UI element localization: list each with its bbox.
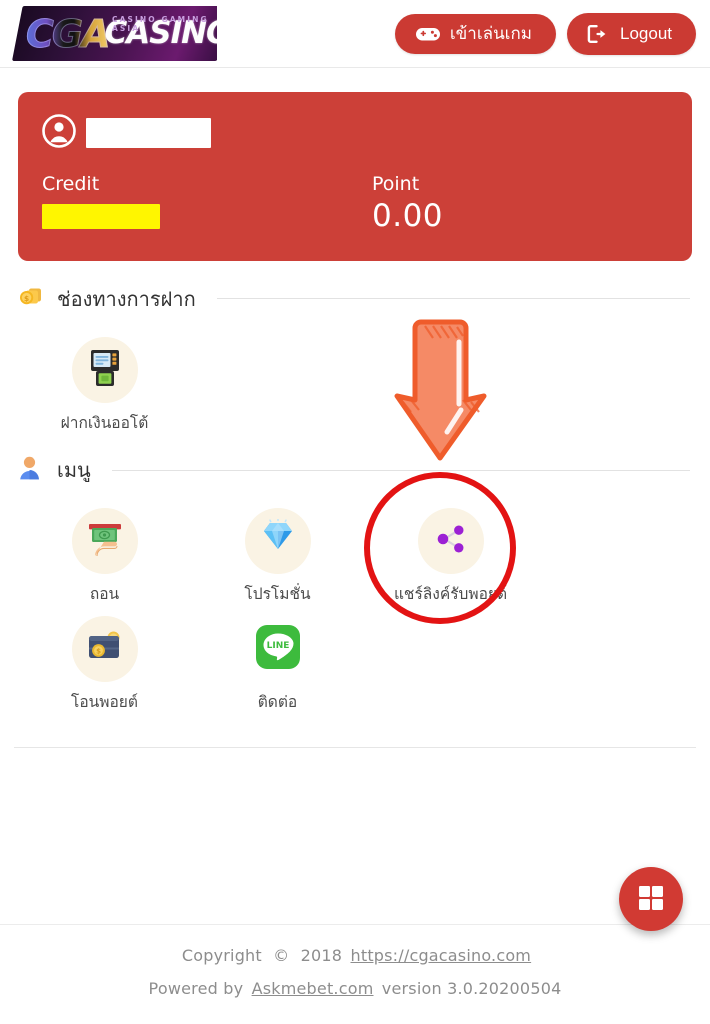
user-row — [42, 114, 668, 152]
header-actions: เข้าเล่นเกม Logout — [394, 12, 696, 55]
page-footer: Copyright © 2018 https://cgacasino.com P… — [0, 923, 710, 1024]
atm-machine-icon — [85, 347, 125, 393]
tile-contact[interactable]: LINE ติดต่อ — [191, 604, 364, 712]
tile-transfer-points[interactable]: $ โอนพอยต์ — [18, 604, 191, 712]
tile-icon-wrap — [71, 508, 138, 575]
section-deposit-title: ช่องทางการฝาก — [57, 286, 196, 311]
svg-text:$: $ — [24, 293, 29, 302]
point-value: 0.00 — [372, 197, 444, 234]
logout-label: Logout — [620, 24, 672, 43]
user-circle-icon — [42, 114, 76, 152]
page-content: Credit Point 0.00 $ ช่องทางการฝาก ฝากเงิ… — [0, 92, 710, 749]
svg-text:$: $ — [96, 647, 101, 655]
tile-transfer-points-label: โอนพอยต์ — [71, 692, 138, 711]
copyright-prefix: Copyright — [181, 945, 262, 965]
tile-icon-wrap: $ — [71, 615, 138, 682]
section-deposit-header: $ ช่องทางการฝาก — [18, 283, 696, 315]
diamond-icon — [258, 518, 298, 563]
site-url-link[interactable]: https://cgacasino.com — [351, 946, 532, 965]
copyright-year: 2018 — [300, 945, 343, 965]
logo-tagline: CASINO GAMING ASIA — [112, 15, 209, 33]
tile-icon-wrap — [417, 508, 484, 575]
balance-card: Credit Point 0.00 — [18, 92, 692, 261]
grid-menu-icon — [637, 884, 665, 915]
enter-game-label: เข้าเล่นเกม — [449, 24, 532, 43]
username-redacted — [86, 118, 211, 148]
point-stat: Point 0.00 — [372, 174, 443, 235]
section-menu-rule — [111, 469, 690, 471]
point-label: Point — [372, 173, 420, 195]
tile-share-link-points-label: แชร์ลิงค์รับพอยต์ — [393, 585, 508, 604]
site-logo[interactable]: CGA CASINO CASINO GAMING ASIA — [12, 6, 217, 61]
credit-value-redacted — [42, 203, 160, 229]
tile-withdraw[interactable]: ถอน — [18, 496, 191, 604]
footer-powered-line: Powered by Askmebet.com version 3.0.2020… — [0, 972, 710, 1006]
footer-copyright-line: Copyright © 2018 https://cgacasino.com — [0, 939, 710, 973]
tile-auto-deposit[interactable]: ฝากเงินออโต้ — [18, 325, 191, 433]
powered-prefix: Powered by — [148, 979, 244, 999]
copyright-symbol: © — [273, 945, 290, 965]
deposit-tiles: ฝากเงินออโต้ — [18, 325, 696, 433]
menu-tiles: ถอน โปรโมชั่น แชร์ลิงค์รับพอยต์ $ โอนพอย… — [18, 496, 696, 711]
tile-auto-deposit-label: ฝากเงินออโต้ — [60, 413, 149, 432]
section-menu-title: เมนู — [57, 458, 91, 483]
section-deposit: $ ช่องทางการฝาก ฝากเงินออโต้ — [14, 283, 696, 433]
line-app-icon: LINE — [255, 624, 301, 674]
coins-icon: $ — [18, 285, 46, 313]
version-text: version 3.0.20200504 — [381, 979, 562, 999]
logout-button[interactable]: Logout — [567, 12, 696, 55]
person-icon — [18, 455, 46, 485]
wallet-coins-icon: $ — [85, 629, 125, 669]
tile-icon-wrap — [71, 336, 138, 403]
svg-text:LINE: LINE — [266, 641, 289, 651]
tile-contact-label: ติดต่อ — [257, 692, 298, 711]
section-menu-header: เมนู — [18, 454, 696, 486]
credit-stat: Credit — [42, 174, 372, 235]
floating-menu-button[interactable] — [619, 867, 683, 931]
app-header: CGA CASINO CASINO GAMING ASIA เข้าเล่นเก… — [0, 0, 710, 68]
enter-game-button[interactable]: เข้าเล่นเกม — [394, 13, 556, 54]
stats-row: Credit Point 0.00 — [42, 174, 668, 235]
cash-withdraw-icon — [84, 519, 126, 563]
logo-mark-text: CGA — [26, 11, 111, 56]
tile-promotion-label: โปรโมชั่น — [244, 585, 311, 604]
tile-withdraw-label: ถอน — [89, 585, 120, 604]
tile-icon-wrap: LINE — [245, 616, 311, 682]
logout-icon — [587, 24, 611, 44]
share-nodes-icon — [432, 520, 470, 562]
tile-share-link-points[interactable]: แชร์ลิงค์รับพอยต์ — [364, 496, 537, 604]
powered-by-link[interactable]: Askmebet.com — [252, 979, 374, 998]
section-deposit-rule — [216, 298, 690, 300]
credit-label: Credit — [42, 173, 100, 195]
content-divider — [14, 747, 696, 749]
tile-promotion[interactable]: โปรโมชั่น — [191, 496, 364, 604]
gamepad-icon — [415, 25, 441, 43]
section-menu: เมนู ถอน โปรโมชั่น แชร์ลิงค์รับพอยต์ $ โ… — [14, 454, 696, 711]
tile-icon-wrap — [244, 508, 311, 575]
